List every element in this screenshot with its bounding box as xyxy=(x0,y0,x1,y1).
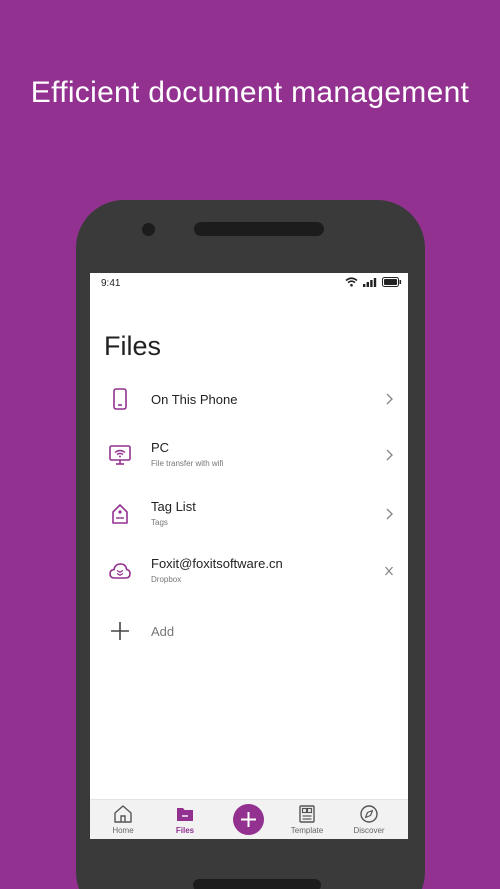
tab-label: Home xyxy=(112,826,134,835)
tab-discover[interactable]: Discover xyxy=(344,804,394,835)
tab-label: Template xyxy=(290,826,324,835)
chevron-right-icon xyxy=(386,449,393,461)
list-item-subtitle: Dropbox xyxy=(151,575,182,584)
wifi-icon xyxy=(345,277,358,287)
close-icon[interactable] xyxy=(384,565,394,577)
list-item-subtitle: Tags xyxy=(151,518,168,527)
phone-icon xyxy=(113,388,127,410)
add-fab-button[interactable] xyxy=(233,804,264,835)
compass-icon xyxy=(360,805,378,823)
home-icon xyxy=(114,805,132,823)
plus-icon xyxy=(241,812,256,827)
headline: Efficient document management xyxy=(30,76,470,109)
page-title: Files xyxy=(104,331,162,361)
phone-screen: 9:41 Files On This Phone PC File transfe… xyxy=(90,273,408,839)
tab-home[interactable]: Home xyxy=(98,804,148,835)
tag-icon xyxy=(112,504,128,524)
template-icon xyxy=(299,805,315,823)
list-item-label: Foxit@foxitsoftware.cn xyxy=(151,556,283,571)
tab-template[interactable]: Template xyxy=(282,804,332,835)
tab-label: Discover xyxy=(353,826,385,835)
phone-bottom-bar xyxy=(193,879,321,889)
bottom-tab-bar: Home Files Template Discover xyxy=(90,799,408,839)
tab-label: Files xyxy=(175,826,195,835)
list-item-pc[interactable]: PC File transfer with wifi xyxy=(90,430,408,480)
plus-icon xyxy=(111,622,129,640)
chevron-right-icon xyxy=(386,393,393,405)
status-time: 9:41 xyxy=(101,278,121,289)
pc-wifi-icon xyxy=(109,445,131,465)
list-item-label: Tag List xyxy=(151,499,196,514)
phone-frame: 9:41 Files On This Phone PC File transfe… xyxy=(76,200,425,889)
folder-icon xyxy=(177,808,193,821)
list-item-subtitle: File transfer with wifi xyxy=(151,459,224,468)
camera-dot xyxy=(142,223,155,236)
dropbox-cloud-icon xyxy=(109,563,131,579)
list-item-tag-list[interactable]: Tag List Tags xyxy=(90,489,408,539)
list-item-dropbox-account[interactable]: Foxit@foxitsoftware.cn Dropbox xyxy=(90,546,408,596)
tab-files[interactable]: Files xyxy=(160,804,210,835)
add-location-button[interactable]: Add xyxy=(90,606,408,656)
add-label: Add xyxy=(151,624,175,639)
status-bar: 9:41 xyxy=(90,273,408,293)
speaker-grille xyxy=(194,222,324,236)
list-item-label: On This Phone xyxy=(151,392,238,407)
signal-icon xyxy=(363,277,377,287)
list-item-on-this-phone[interactable]: On This Phone xyxy=(90,374,408,424)
list-item-label: PC xyxy=(151,440,170,455)
chevron-right-icon xyxy=(386,508,393,520)
battery-icon xyxy=(382,277,402,287)
